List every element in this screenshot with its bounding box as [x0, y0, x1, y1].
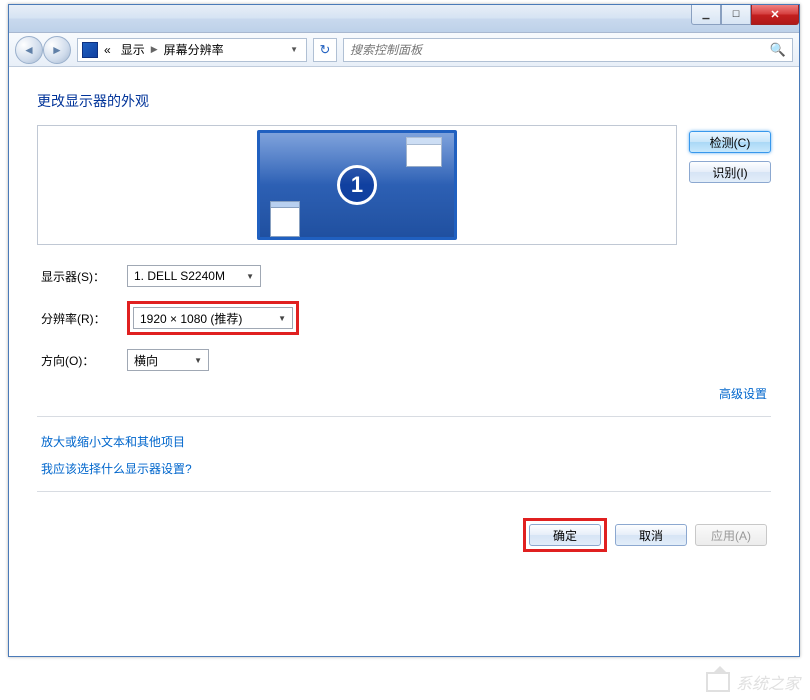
navigation-bar: ◄ ► « 显示 ▶ 屏幕分辨率 ▼ ↻ 🔍 [9, 33, 799, 67]
display-preview[interactable]: 1 [37, 125, 677, 245]
advanced-settings-link[interactable]: 高级设置 [719, 387, 767, 401]
content-area: 更改显示器的外观 1 检测(C) 识别(I) 显示器(S)： 1. DELL S… [9, 67, 799, 576]
identify-button[interactable]: 识别(I) [689, 161, 771, 183]
search-box[interactable]: 🔍 [343, 38, 793, 62]
breadcrumb-dropdown-icon[interactable]: ▼ [286, 45, 302, 54]
breadcrumb[interactable]: « 显示 ▶ 屏幕分辨率 ▼ [77, 38, 307, 62]
ok-highlight: 确定 [523, 518, 607, 552]
resolution-value: 1920 × 1080 (推荐) [140, 310, 242, 327]
window-controls: ▁ ☐ ✕ [691, 5, 799, 25]
monitor-dropdown[interactable]: 1. DELL S2240M ▼ [127, 265, 261, 287]
maximize-button[interactable]: ☐ [721, 5, 751, 25]
monitor-number-badge: 1 [337, 165, 377, 205]
apply-button[interactable]: 应用(A) [695, 524, 767, 546]
monitor-graphic[interactable]: 1 [257, 130, 457, 240]
search-input[interactable] [350, 43, 770, 57]
resolution-dropdown[interactable]: 1920 × 1080 (推荐) ▼ [133, 307, 293, 329]
search-icon[interactable]: 🔍 [770, 42, 786, 58]
breadcrumb-current[interactable]: 屏幕分辨率 [160, 41, 228, 58]
chevron-down-icon: ▼ [186, 356, 202, 365]
chevron-down-icon: ▼ [270, 314, 286, 323]
orientation-value: 横向 [134, 352, 158, 369]
text-size-link[interactable]: 放大或缩小文本和其他项目 [41, 435, 185, 449]
resolution-label: 分辨率(R)： [41, 310, 127, 327]
nav-arrows: ◄ ► [15, 36, 71, 64]
cancel-button[interactable]: 取消 [615, 524, 687, 546]
monitor-value: 1. DELL S2240M [134, 269, 225, 283]
which-settings-link[interactable]: 我应该选择什么显示器设置? [41, 462, 192, 476]
close-button[interactable]: ✕ [751, 5, 799, 25]
resolution-highlight: 1920 × 1080 (推荐) ▼ [127, 301, 299, 335]
orientation-row: 方向(O)： 横向 ▼ [41, 349, 771, 371]
divider [37, 491, 771, 492]
minimize-button[interactable]: ▁ [691, 5, 721, 25]
resolution-row: 分辨率(R)： 1920 × 1080 (推荐) ▼ [41, 301, 771, 335]
breadcrumb-separator-icon: ▶ [151, 44, 158, 55]
mini-window-icon [270, 201, 300, 237]
ok-button[interactable]: 确定 [529, 524, 601, 546]
orientation-dropdown[interactable]: 横向 ▼ [127, 349, 209, 371]
page-heading: 更改显示器的外观 [37, 91, 771, 111]
watermark-text: 系统之家 [736, 670, 800, 694]
forward-button[interactable]: ► [43, 36, 71, 64]
footer-buttons: 确定 取消 应用(A) [37, 518, 771, 552]
watermark: 系统之家 [706, 670, 800, 694]
house-icon [706, 672, 730, 692]
settings-form: 显示器(S)： 1. DELL S2240M ▼ 分辨率(R)： 1920 × … [41, 265, 771, 371]
monitor-label: 显示器(S)： [41, 268, 127, 285]
titlebar[interactable]: ▁ ☐ ✕ [9, 5, 799, 33]
breadcrumb-display[interactable]: 显示 [117, 41, 149, 58]
divider [37, 416, 771, 417]
refresh-button[interactable]: ↻ [313, 38, 337, 62]
breadcrumb-back[interactable]: « [100, 43, 115, 57]
window-frame: ▁ ☐ ✕ ◄ ► « 显示 ▶ 屏幕分辨率 ▼ ↻ 🔍 更改显示器的外观 [8, 4, 800, 657]
control-panel-icon [82, 42, 98, 58]
help-links: 放大或缩小文本和其他项目 我应该选择什么显示器设置? [41, 433, 771, 477]
display-preview-row: 1 检测(C) 识别(I) [37, 125, 771, 245]
back-button[interactable]: ◄ [15, 36, 43, 64]
chevron-down-icon: ▼ [238, 272, 254, 281]
preview-side-buttons: 检测(C) 识别(I) [689, 125, 771, 245]
advanced-link-row: 高级设置 [37, 385, 767, 402]
detect-button[interactable]: 检测(C) [689, 131, 771, 153]
orientation-label: 方向(O)： [41, 352, 127, 369]
monitor-row: 显示器(S)： 1. DELL S2240M ▼ [41, 265, 771, 287]
mini-window-icon [406, 137, 442, 167]
